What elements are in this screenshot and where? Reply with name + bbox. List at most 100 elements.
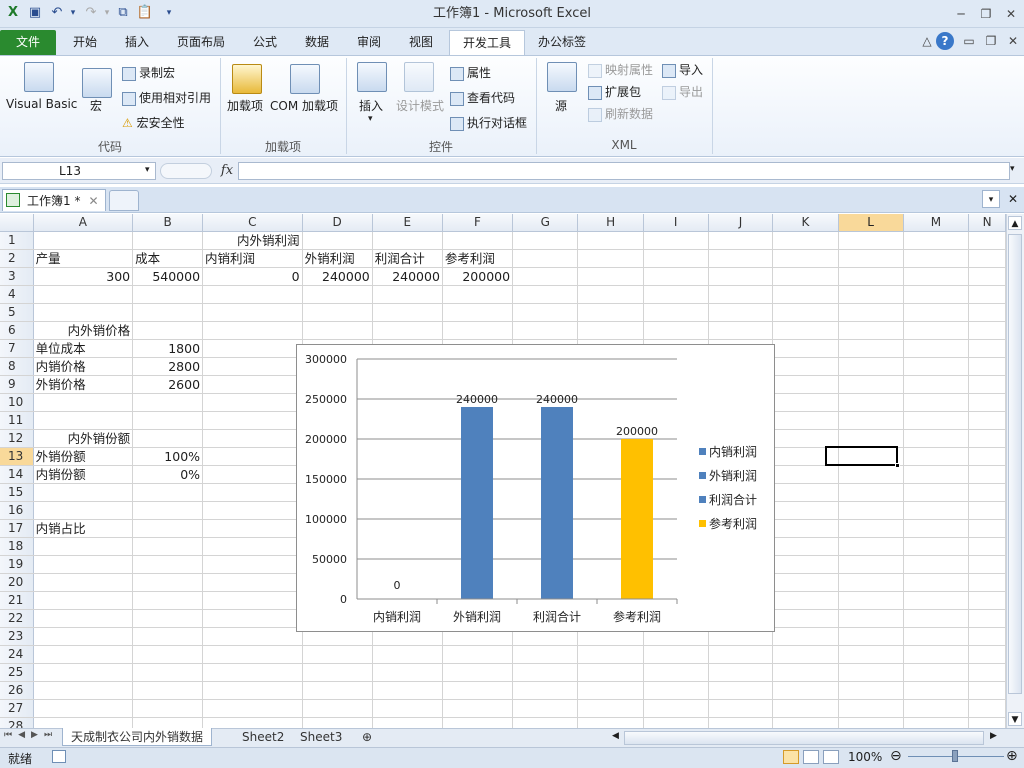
cell-n22[interactable]: [968, 609, 1006, 628]
cell-d26[interactable]: [302, 681, 373, 700]
cell-k25[interactable]: [772, 663, 839, 682]
cell-k18[interactable]: [772, 537, 839, 556]
row-header-6[interactable]: 6: [0, 321, 34, 340]
sheet-tab-active[interactable]: 天成制衣公司内外销数据: [62, 728, 213, 746]
cell-n20[interactable]: [968, 573, 1006, 592]
cell-a15[interactable]: [33, 483, 134, 502]
column-header-j[interactable]: J: [708, 214, 774, 232]
cell-j6[interactable]: [708, 321, 774, 340]
cell-n9[interactable]: [968, 375, 1006, 394]
cell-b12[interactable]: [132, 429, 204, 448]
cell-m6[interactable]: [903, 321, 970, 340]
row-header-23[interactable]: 23: [0, 627, 34, 646]
cell-n12[interactable]: [968, 429, 1006, 448]
save-icon[interactable]: ▣: [26, 4, 44, 22]
row-header-21[interactable]: 21: [0, 591, 34, 610]
insert-control-dropdown-icon[interactable]: ▾: [368, 114, 373, 124]
row-header-15[interactable]: 15: [0, 483, 34, 502]
name-box[interactable]: L13: [2, 162, 156, 180]
cell-n24[interactable]: [968, 645, 1006, 664]
row-header-24[interactable]: 24: [0, 645, 34, 664]
cell-n8[interactable]: [968, 357, 1006, 376]
cell-g1[interactable]: [512, 231, 579, 250]
cell-a23[interactable]: [33, 627, 134, 646]
cell-k11[interactable]: [772, 411, 839, 430]
cell-n18[interactable]: [968, 537, 1006, 556]
cell-d3[interactable]: 240000: [302, 267, 373, 286]
cell-h4[interactable]: [577, 285, 644, 304]
cell-k27[interactable]: [772, 699, 839, 718]
column-chart[interactable]: 300000 250000 200000 150000 100000 50000 0 0 内销利…: [296, 344, 775, 632]
cell-e3[interactable]: 240000: [372, 267, 443, 286]
cell-k7[interactable]: [772, 339, 839, 358]
tab-home[interactable]: 开始: [62, 30, 108, 55]
cell-i6[interactable]: [643, 321, 709, 340]
cell-l17[interactable]: [838, 519, 904, 538]
cell-n1[interactable]: [968, 231, 1006, 250]
cell-g25[interactable]: [512, 663, 579, 682]
cell-c15[interactable]: [202, 483, 303, 502]
xml-import-button[interactable]: 导入: [662, 61, 703, 78]
refresh-data-button[interactable]: 刷新数据: [588, 105, 653, 122]
cell-h24[interactable]: [577, 645, 644, 664]
cell-a24[interactable]: [33, 645, 134, 664]
tab-insert[interactable]: 插入: [114, 30, 160, 55]
insert-function-icon[interactable]: fx: [218, 161, 236, 181]
cell-j27[interactable]: [708, 699, 774, 718]
cell-g2[interactable]: [512, 249, 579, 268]
cell-m4[interactable]: [903, 285, 970, 304]
cell-d5[interactable]: [302, 303, 373, 322]
tab-developer[interactable]: 开发工具: [449, 30, 525, 55]
cell-l14[interactable]: [838, 465, 904, 484]
cell-b3[interactable]: 540000: [132, 267, 204, 286]
sheet-tab-sheet2[interactable]: Sheet2: [234, 728, 292, 746]
row-header-14[interactable]: 14: [0, 465, 34, 484]
cell-m16[interactable]: [903, 501, 970, 520]
column-header-h[interactable]: H: [577, 214, 644, 232]
cell-n16[interactable]: [968, 501, 1006, 520]
cell-e4[interactable]: [372, 285, 443, 304]
row-header-3[interactable]: 3: [0, 267, 34, 286]
cell-l11[interactable]: [838, 411, 904, 430]
tab-page-layout[interactable]: 页面布局: [166, 30, 236, 55]
horizontal-scroll-thumb[interactable]: [624, 731, 984, 745]
cell-l7[interactable]: [838, 339, 904, 358]
cell-n17[interactable]: [968, 519, 1006, 538]
cell-d6[interactable]: [302, 321, 373, 340]
column-header-l[interactable]: L: [838, 214, 904, 232]
column-header-e[interactable]: E: [372, 214, 443, 232]
view-code-button[interactable]: 查看代码: [450, 89, 515, 106]
cell-n15[interactable]: [968, 483, 1006, 502]
cell-g6[interactable]: [512, 321, 579, 340]
cell-l23[interactable]: [838, 627, 904, 646]
column-header-f[interactable]: F: [442, 214, 514, 232]
cell-d27[interactable]: [302, 699, 373, 718]
row-header-17[interactable]: 17: [0, 519, 34, 538]
cell-a14[interactable]: 内销份额: [33, 465, 134, 484]
cell-m5[interactable]: [903, 303, 970, 322]
cell-b11[interactable]: [132, 411, 204, 430]
insert-control-button[interactable]: 插入: [359, 97, 383, 114]
cell-f26[interactable]: [442, 681, 514, 700]
cell-k9[interactable]: [772, 375, 839, 394]
cell-a3[interactable]: 300: [33, 267, 134, 286]
row-header-13[interactable]: 13: [0, 447, 34, 466]
cell-j3[interactable]: [708, 267, 774, 286]
cell-g27[interactable]: [512, 699, 579, 718]
sheet-nav-arrows-icon[interactable]: ⏮◀▶⏭: [4, 730, 58, 740]
cell-i2[interactable]: [643, 249, 709, 268]
expand-formula-icon[interactable]: ▾: [1010, 164, 1015, 174]
cell-k6[interactable]: [772, 321, 839, 340]
record-macro-button[interactable]: 录制宏: [122, 64, 175, 81]
cell-k5[interactable]: [772, 303, 839, 322]
cell-g24[interactable]: [512, 645, 579, 664]
cell-l24[interactable]: [838, 645, 904, 664]
cell-a25[interactable]: [33, 663, 134, 682]
customize-qat-icon[interactable]: ▾: [160, 4, 178, 22]
cell-a6[interactable]: 内外销价格: [33, 321, 134, 340]
cell-j5[interactable]: [708, 303, 774, 322]
cell-m10[interactable]: [903, 393, 970, 412]
cell-n26[interactable]: [968, 681, 1006, 700]
cell-l15[interactable]: [838, 483, 904, 502]
page-layout-view-icon[interactable]: [803, 750, 819, 764]
